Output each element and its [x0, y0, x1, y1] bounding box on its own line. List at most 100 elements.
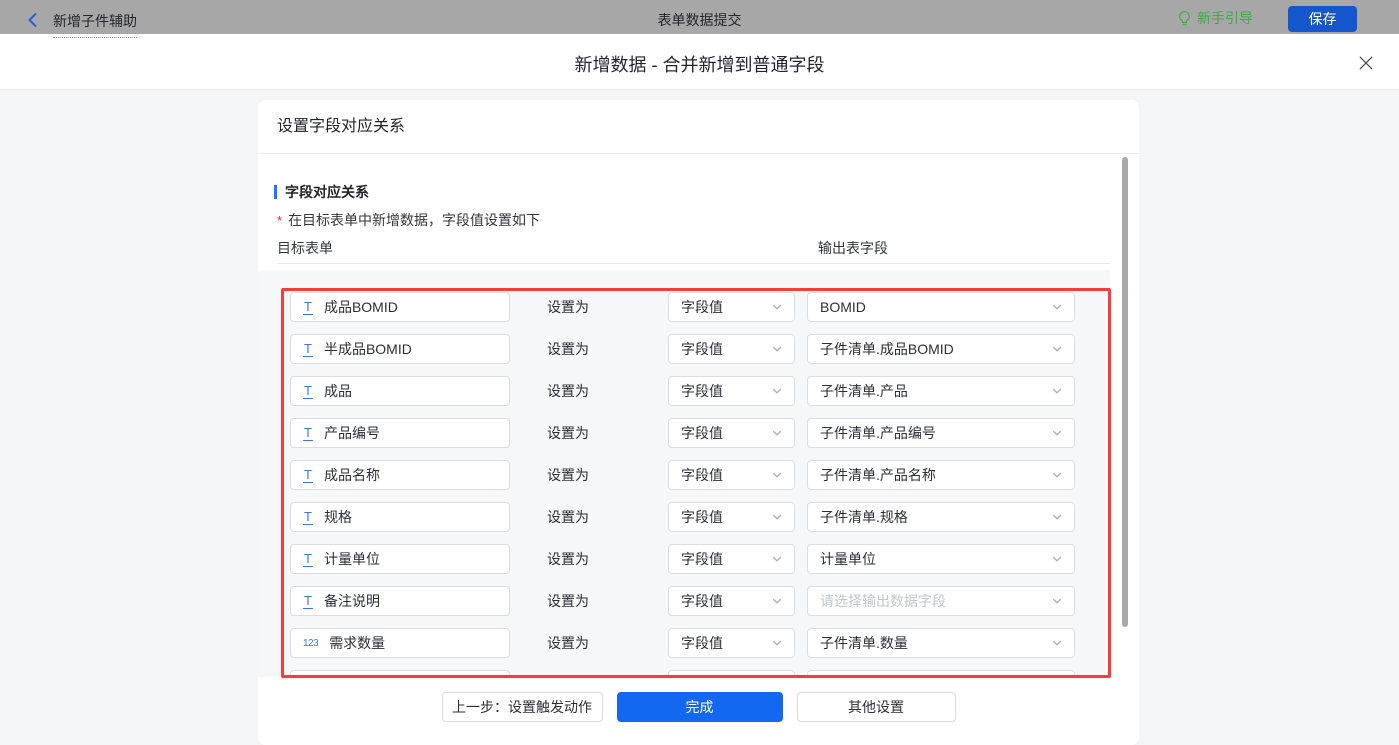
card-footer: 上一步：设置触发动作 完成 其他设置	[258, 692, 1139, 722]
output-field-select[interactable]: 子件清单.成品BOMID	[807, 334, 1075, 364]
output-field-value: 子件清单.产品编号	[820, 423, 936, 443]
target-field-box: T 成品名称	[290, 460, 510, 490]
output-field-select[interactable]: 子件清单.产品编号	[807, 418, 1075, 448]
output-field-value: BOMID	[820, 299, 866, 315]
text-field-icon: T	[303, 342, 313, 357]
modal-title: 新增数据 - 合并新增到普通字段	[0, 51, 1399, 77]
target-field-box: T 产品编号	[290, 418, 510, 448]
chevron-down-icon	[771, 511, 783, 523]
chevron-down-icon	[771, 301, 783, 313]
output-field-select[interactable]: 计量单位	[807, 544, 1075, 574]
setter-label: 设置为	[547, 376, 589, 406]
card-header-title: 设置字段对应关系	[258, 100, 1139, 154]
chevron-down-icon	[771, 343, 783, 355]
field-mapping-row: T 成品BOMID 设置为 字段值 BOMID	[258, 292, 1110, 322]
target-field-label: 成品名称	[324, 465, 380, 485]
target-field-box: T 半成品BOMID	[290, 334, 510, 364]
setter-label: 设置为	[547, 460, 589, 490]
field-mapping-row: T 成品名称 设置为 字段值 子件清单.产品名称	[258, 460, 1110, 490]
setter-label: 设置为	[547, 418, 589, 448]
target-field-box: T 计量单位	[290, 544, 510, 574]
value-type-select[interactable]: 字段值	[668, 586, 795, 616]
output-field-select[interactable]: 子件清单.产品名称	[807, 460, 1075, 490]
previous-step-button[interactable]: 上一步：设置触发动作	[442, 692, 603, 722]
target-field-box: T 规格	[290, 502, 510, 532]
target-field-label: 备注说明	[324, 591, 380, 611]
field-mapping-row: T 产品编号 设置为 字段值 子件清单.产品编号	[258, 418, 1110, 448]
setter-label: 设置为	[547, 502, 589, 532]
chevron-down-icon	[1051, 427, 1063, 439]
target-field-box: T 成品BOMID	[290, 292, 510, 322]
value-type-select[interactable]: 字段值	[668, 418, 795, 448]
chevron-down-icon	[1051, 385, 1063, 397]
value-type-select[interactable]: 字段值	[668, 628, 795, 658]
required-asterisk: *	[277, 213, 282, 228]
setter-label: 设置为	[547, 334, 589, 364]
output-field-select[interactable]: 子件清单.产品	[807, 376, 1075, 406]
value-type-value: 字段值	[681, 423, 723, 443]
setter-label: 设置为	[547, 586, 589, 616]
target-field-label: 计量单位	[324, 549, 380, 569]
modal-header: 新增数据 - 合并新增到普通字段	[0, 34, 1399, 90]
chevron-down-icon	[1051, 553, 1063, 565]
output-field-select[interactable]: 请选择输出数据字段	[807, 586, 1075, 616]
target-field-label: 规格	[324, 507, 352, 527]
value-type-select[interactable]: 字段值	[668, 502, 795, 532]
close-icon[interactable]	[1358, 55, 1374, 71]
guide-label: 新手引导	[1197, 8, 1253, 28]
value-type-select[interactable]: 字段值	[668, 334, 795, 364]
value-type-select[interactable]: 字段值	[668, 376, 795, 406]
output-field-select[interactable]: BOMID	[807, 292, 1075, 322]
section-accent-bar	[274, 185, 277, 199]
beginner-guide-link[interactable]: 新手引导	[1177, 8, 1253, 28]
lightbulb-icon	[1177, 10, 1192, 27]
setter-label: 设置为	[547, 628, 589, 658]
output-field-select[interactable]: 子件清单.数量	[807, 628, 1075, 658]
output-field-value: 子件清单.产品名称	[820, 465, 936, 485]
text-field-icon: T	[303, 468, 313, 483]
output-field-value: 子件清单.产品	[820, 381, 908, 401]
value-type-select[interactable]: 字段值	[668, 460, 795, 490]
value-type-select[interactable]	[668, 670, 795, 677]
column-header-output-field: 输出表字段	[818, 238, 888, 258]
value-type-value: 字段值	[681, 591, 723, 611]
target-field-box: 123 需求数量	[290, 628, 510, 658]
save-button[interactable]: 保存	[1288, 6, 1357, 32]
text-field-icon: T	[303, 426, 313, 441]
section-title-label: 字段对应关系	[285, 182, 369, 202]
number-field-icon: 123	[303, 638, 318, 649]
value-type-select[interactable]: 字段值	[668, 292, 795, 322]
chevron-down-icon	[771, 385, 783, 397]
value-type-value: 字段值	[681, 549, 723, 569]
text-field-icon: T	[303, 552, 313, 567]
chevron-down-icon	[771, 553, 783, 565]
section-title: 字段对应关系	[274, 182, 369, 202]
target-field-label: 产品编号	[324, 423, 380, 443]
output-field-value: 请选择输出数据字段	[820, 591, 946, 611]
vertical-scrollbar[interactable]	[1122, 157, 1128, 627]
chevron-down-icon	[771, 595, 783, 607]
value-type-value: 字段值	[681, 297, 723, 317]
finish-button[interactable]: 完成	[617, 692, 783, 722]
other-settings-button[interactable]: 其他设置	[797, 692, 956, 722]
setter-label: 设置为	[547, 292, 589, 322]
text-field-icon: T	[303, 384, 313, 399]
field-mapping-card: 设置字段对应关系 字段对应关系 *在目标表单中新增数据，字段值设置如下 目标表单…	[258, 100, 1139, 745]
top-bar: 新增子件辅助 表单数据提交 新手引导 保存	[0, 0, 1399, 34]
value-type-value: 字段值	[681, 465, 723, 485]
output-field-select[interactable]: 子件清单.规格	[807, 502, 1075, 532]
output-field-select[interactable]	[807, 670, 1075, 677]
field-mapping-row: T 成品 设置为 字段值 子件清单.产品	[258, 376, 1110, 406]
target-field-box	[290, 670, 510, 677]
text-field-icon: T	[303, 594, 313, 609]
value-type-select[interactable]: 字段值	[668, 544, 795, 574]
output-field-value: 子件清单.成品BOMID	[820, 339, 954, 359]
field-mapping-row: T 规格 设置为 字段值 子件清单.规格	[258, 502, 1110, 532]
target-field-label: 半成品BOMID	[324, 339, 412, 359]
field-mapping-row: T 计量单位 设置为 字段值 计量单位	[258, 544, 1110, 574]
output-field-value: 计量单位	[820, 549, 876, 569]
output-field-value: 子件清单.数量	[820, 633, 908, 653]
field-mapping-row: 123 需求数量 设置为 字段值 子件清单.数量	[258, 628, 1110, 658]
field-mapping-row: T 备注说明 设置为 字段值 请选择输出数据字段	[258, 586, 1110, 616]
target-field-label: 成品	[324, 381, 352, 401]
